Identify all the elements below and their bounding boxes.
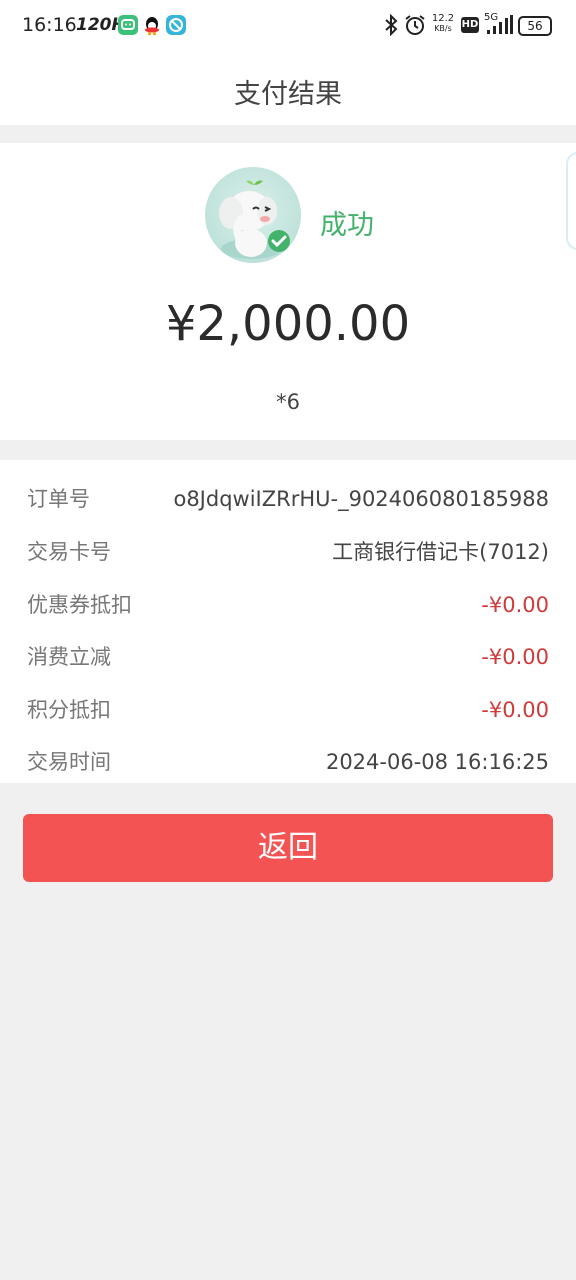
coupon-deduction-value: -¥0.00	[481, 593, 549, 617]
battery-level: 56	[527, 19, 543, 33]
page-title: 支付结果	[234, 79, 342, 110]
points-deduction-value: -¥0.00	[481, 698, 549, 722]
payee-name: *6	[276, 390, 300, 414]
instant-discount-value: -¥0.00	[481, 645, 549, 669]
card-value: 工商银行借记卡(7012)	[332, 540, 549, 564]
details-card: 订单号 o8JdqwiIZRrHU-_902406080185988 交易卡号 …	[0, 460, 576, 783]
elephant-mascot-success-icon	[205, 167, 301, 263]
net-speed-value: 12.2	[431, 13, 455, 24]
detail-row-order-number: 订单号 o8JdqwiIZRrHU-_902406080185988	[0, 479, 576, 519]
net-speed-unit: KB/s	[434, 24, 452, 33]
bluetooth-icon	[383, 13, 399, 38]
header-bar: 支付结果	[0, 52, 576, 125]
transaction-time-value: 2024-06-08 16:16:25	[325, 750, 549, 774]
detail-label: 积分抵扣	[27, 698, 111, 722]
detail-label: 交易卡号	[27, 540, 111, 564]
detail-label: 消费立减	[27, 645, 111, 669]
net-speed: 12.2 KB/s	[431, 14, 455, 38]
floating-side-tab[interactable]	[566, 152, 576, 250]
detail-row-instant-discount: 消费立减 -¥0.00	[0, 637, 576, 677]
qq-icon	[142, 15, 162, 35]
payment-status: 成功	[320, 210, 374, 241]
detail-row-coupon: 优惠券抵扣 -¥0.00	[0, 585, 576, 625]
message-app-icon	[118, 15, 138, 35]
detail-label: 交易时间	[27, 750, 111, 774]
detail-row-card: 交易卡号 工商银行借记卡(7012)	[0, 532, 576, 572]
detail-row-transaction-time: 交易时间 2024-06-08 16:16:25	[0, 742, 576, 782]
back-button[interactable]: 返回	[23, 814, 553, 882]
detail-label: 优惠券抵扣	[27, 593, 132, 617]
status-time: 16:16	[22, 14, 77, 36]
detail-label: 订单号	[27, 487, 90, 511]
detail-row-points: 积分抵扣 -¥0.00	[0, 690, 576, 730]
order-number-value: o8JdqwiIZRrHU-_902406080185988	[173, 487, 549, 511]
battery-icon: 56	[518, 16, 552, 36]
browser-app-icon	[166, 15, 186, 35]
signal-icon	[486, 14, 514, 38]
status-bar: 16:16 120Hz 12.2 KB/s HD 5G 56	[0, 0, 576, 52]
payment-amount: ¥2,000.00	[165, 296, 411, 352]
hd-badge: HD	[461, 17, 479, 33]
alarm-icon	[404, 14, 426, 38]
